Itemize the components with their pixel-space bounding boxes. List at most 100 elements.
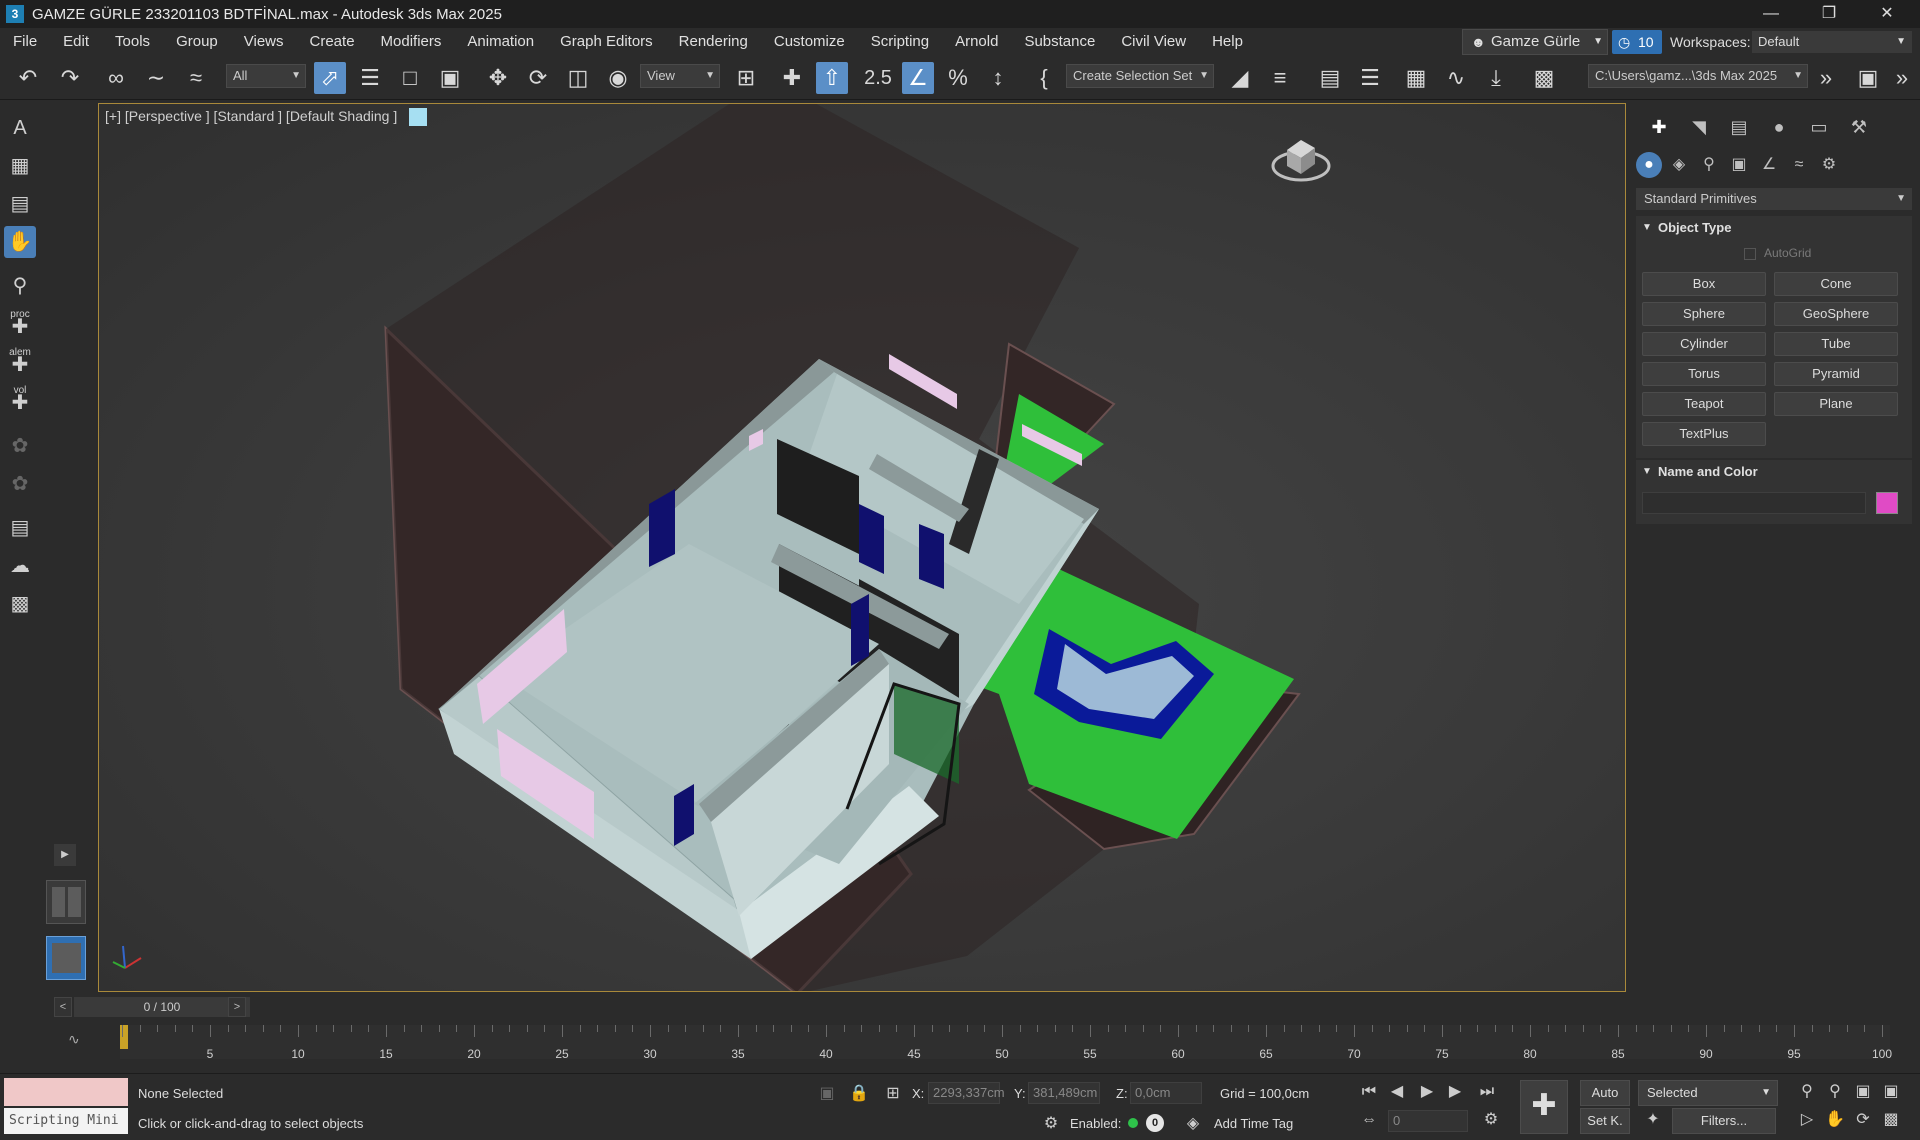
hierarchy-tab-icon[interactable]: ▤ — [1724, 114, 1754, 140]
mirror-icon[interactable]: ◢ — [1224, 62, 1256, 94]
select-by-name-icon[interactable]: ☰ — [354, 62, 386, 94]
scripting-mini-field[interactable]: Scripting Mini — [4, 1108, 128, 1134]
key-mode-icon[interactable]: ⇔ — [1356, 1108, 1382, 1132]
redo-icon[interactable]: ↷ — [54, 62, 86, 94]
space-warps-icon[interactable]: ≈ — [1786, 152, 1812, 178]
align-icon[interactable]: ≡ — [1264, 62, 1296, 94]
place-icon[interactable]: ◉ — [602, 62, 634, 94]
render-setup-icon[interactable]: ▣ — [1852, 62, 1884, 94]
rotate-icon[interactable]: ⟳ — [522, 62, 554, 94]
box-button[interactable]: Box — [1642, 272, 1766, 296]
minimize-icon[interactable]: — — [1742, 0, 1800, 28]
angle-snap-icon[interactable]: ∠ — [902, 62, 934, 94]
selection-lock-icon[interactable]: 🔒 — [846, 1082, 872, 1106]
named-selection-set-dropdown[interactable]: Create Selection Set ▼ — [1066, 64, 1214, 88]
rectangular-selection-icon[interactable]: □ — [394, 62, 426, 94]
motion-tab-icon[interactable]: ● — [1764, 114, 1794, 140]
zoom-icon[interactable]: ⚲ — [1794, 1080, 1820, 1104]
zoom-extents-icon[interactable]: ▣ — [1850, 1080, 1876, 1104]
viewcube[interactable] — [1271, 128, 1331, 188]
viewport-color-swatch[interactable] — [409, 108, 427, 126]
filters-button[interactable]: Filters... — [1672, 1108, 1776, 1134]
plane-button[interactable]: Plane — [1774, 392, 1898, 416]
x-coordinate-field[interactable]: 2293,337cm — [928, 1082, 1005, 1104]
menu-modifiers[interactable]: Modifiers — [368, 28, 455, 56]
prev-frame-icon[interactable]: < — [54, 997, 72, 1017]
current-frame-field[interactable]: 0 — [1388, 1110, 1468, 1132]
edit-named-selection-icon[interactable]: { — [1028, 62, 1060, 94]
proc-icon[interactable]: proc ✚ — [4, 308, 36, 340]
menu-customize[interactable]: Customize — [761, 28, 858, 56]
set-key-button[interactable]: Set K. — [1580, 1108, 1630, 1134]
text-panel-icon[interactable]: ▤ — [4, 188, 36, 220]
sphere-button[interactable]: Sphere — [1642, 302, 1766, 326]
add-time-tag[interactable]: Add Time Tag — [1214, 1116, 1293, 1131]
object-name-field[interactable] — [1642, 492, 1866, 514]
menu-help[interactable]: Help — [1199, 28, 1256, 56]
project-folder-dropdown[interactable]: C:\Users\gamz...\3ds Max 2025 ▼ — [1588, 64, 1808, 88]
viewport-layout-icon[interactable]: ▩ — [4, 588, 36, 620]
select-object-icon[interactable]: ⬀ — [314, 62, 346, 94]
snaps-toggle-icon[interactable]: 2.5 — [862, 62, 894, 94]
zoom-all-icon[interactable]: ⚲ — [1822, 1080, 1848, 1104]
user-account-dropdown[interactable]: ☻ Gamze Gürle ▼ — [1462, 29, 1608, 55]
percent-snap-icon[interactable]: % — [942, 62, 974, 94]
orbit-icon[interactable]: ⟳ — [1850, 1108, 1876, 1132]
zoom-extents-all-icon[interactable]: ▣ — [1878, 1080, 1904, 1104]
reference-coordinate-dropdown[interactable]: View ▼ — [640, 64, 720, 88]
keyboard-shortcut-override-icon[interactable]: ⇧ — [816, 62, 848, 94]
object-color-swatch[interactable] — [1876, 492, 1898, 514]
systems-icon[interactable]: ⚙ — [1816, 152, 1842, 178]
text-layout-icon[interactable]: ▦ — [4, 150, 36, 182]
set-key-icon[interactable]: ✚ — [1520, 1080, 1568, 1134]
menu-graph-editors[interactable]: Graph Editors — [547, 28, 666, 56]
menu-views[interactable]: Views — [231, 28, 297, 56]
expand-layout-icon[interactable]: ▶ — [54, 844, 76, 866]
menu-scripting[interactable]: Scripting — [858, 28, 942, 56]
maximize-viewport-icon[interactable]: ▩ — [1878, 1108, 1904, 1132]
utilities-tab-icon[interactable]: ⚒ — [1844, 114, 1874, 140]
name-color-rollout-header[interactable]: ▼ Name and Color — [1636, 460, 1912, 484]
text-annotation-icon[interactable]: A — [4, 112, 36, 144]
window-crossing-icon[interactable]: ▣ — [434, 62, 466, 94]
move-icon[interactable]: ✥ — [482, 62, 514, 94]
isolate-selection-icon[interactable]: ▣ — [814, 1082, 840, 1106]
object-type-rollout-header[interactable]: ▼ Object Type — [1636, 216, 1912, 240]
helpers-icon[interactable]: ∠ — [1756, 152, 1782, 178]
menu-civil-view[interactable]: Civil View — [1108, 28, 1199, 56]
menu-arnold[interactable]: Arnold — [942, 28, 1011, 56]
workspace-dropdown[interactable]: Default ▼ — [1752, 31, 1912, 53]
menu-file[interactable]: File — [0, 28, 50, 56]
teapot-button[interactable]: Teapot — [1642, 392, 1766, 416]
display-tab-icon[interactable]: ▭ — [1804, 114, 1834, 140]
vol-icon[interactable]: vol ✚ — [4, 384, 36, 416]
menu-group[interactable]: Group — [163, 28, 231, 56]
torus-button[interactable]: Torus — [1642, 362, 1766, 386]
menu-rendering[interactable]: Rendering — [666, 28, 761, 56]
perspective-viewport[interactable]: [+] [Perspective ] [Standard ] [Default … — [98, 103, 1626, 992]
go-to-end-icon[interactable]: ⏭ — [1474, 1080, 1500, 1104]
go-to-start-icon[interactable]: ⏮ — [1356, 1080, 1382, 1104]
geometry-icon[interactable]: ● — [1636, 152, 1662, 178]
notifications-button[interactable]: ◷ 10 — [1612, 30, 1662, 54]
curve-editor-mini-icon[interactable]: ∿ — [68, 1031, 80, 1048]
timeline-track[interactable]: 5 10 15 20 25 30 35 40 45 50 55 60 65 70 75 80 85 90 95 100 — [120, 1025, 1892, 1061]
cone-button[interactable]: Cone — [1774, 272, 1898, 296]
create-tab-icon[interactable]: ✚ — [1644, 114, 1674, 140]
enabled-count-badge[interactable]: 0 — [1146, 1114, 1164, 1132]
pan-icon[interactable]: ✋ — [1822, 1108, 1848, 1132]
link-icon[interactable]: ∞ — [100, 62, 132, 94]
menu-tools[interactable]: Tools — [102, 28, 163, 56]
pivot-center-icon[interactable]: ⊞ — [730, 62, 762, 94]
shapes-icon[interactable]: ◈ — [1666, 152, 1692, 178]
alem-icon[interactable]: alem ✚ — [4, 346, 36, 378]
y-coordinate-field[interactable]: 381,489cm — [1028, 1082, 1100, 1104]
populate-icon[interactable]: ✋ — [4, 226, 36, 258]
menu-animation[interactable]: Animation — [454, 28, 547, 56]
tube-button[interactable]: Tube — [1774, 332, 1898, 356]
restore-icon[interactable]: ❐ — [1800, 0, 1858, 28]
layers-icon[interactable]: ▤ — [4, 512, 36, 544]
geosphere-button[interactable]: GeoSphere — [1774, 302, 1898, 326]
play-icon[interactable]: ▶ — [1414, 1080, 1440, 1104]
maxscript-listener-preview[interactable] — [4, 1078, 128, 1106]
